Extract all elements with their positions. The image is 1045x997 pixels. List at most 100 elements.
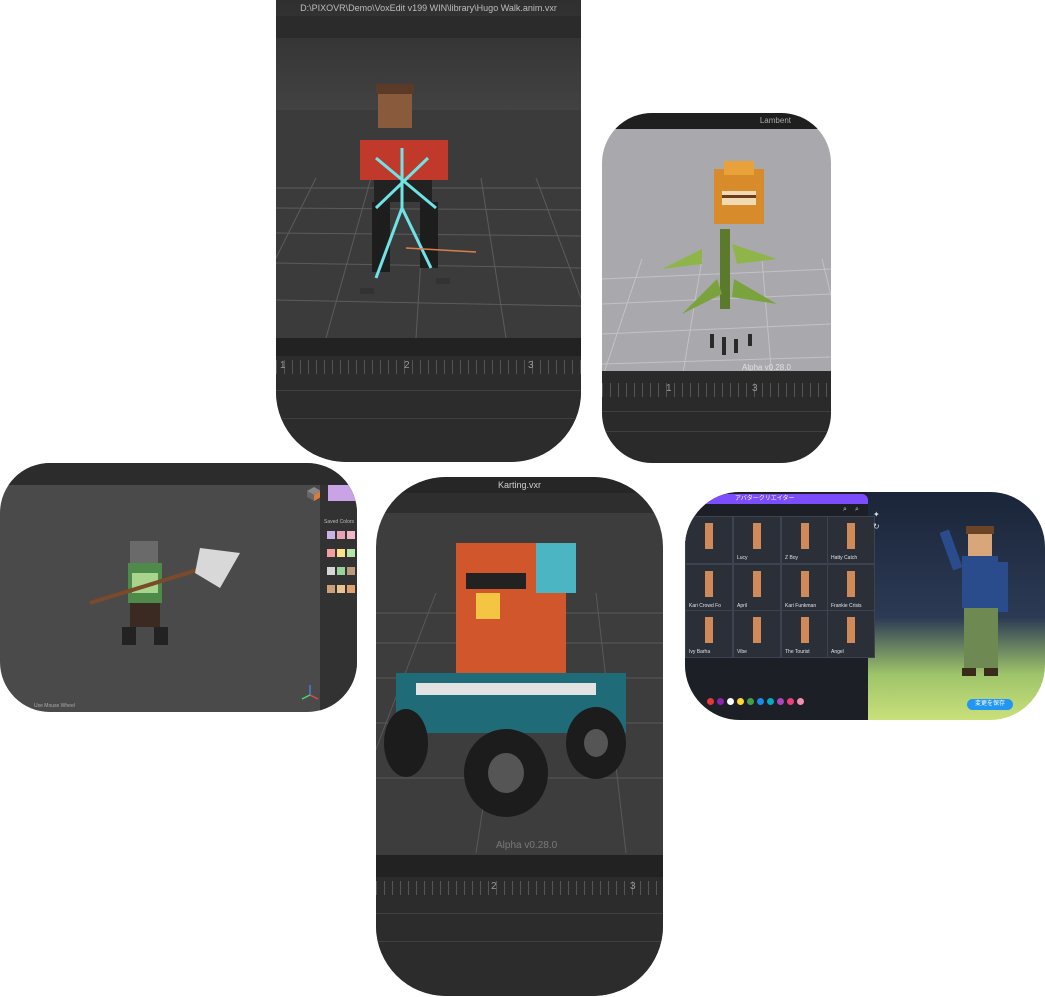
timeline-tick: 3 (528, 360, 534, 371)
avatar-name: Ivy Barha (689, 649, 711, 655)
timeline-tick: 2 (404, 360, 410, 371)
color-swatch[interactable] (327, 549, 335, 557)
color-dot[interactable] (787, 698, 794, 705)
color-dot[interactable] (767, 698, 774, 705)
avatar-name: Frankie Crisis (831, 603, 862, 609)
avatar-figure (801, 617, 809, 643)
avatar-name: Hatty Catch (831, 555, 858, 561)
rotate-icon[interactable]: ↻ (873, 522, 880, 531)
avatar-figure (705, 523, 713, 549)
viewport-grid (276, 84, 581, 338)
avatar-thumbnail[interactable]: Kari Crowd Fo (685, 564, 733, 612)
color-swatch[interactable] (347, 531, 355, 539)
axis-gizmo (301, 685, 319, 700)
color-swatch[interactable] (327, 567, 335, 575)
avatar-preview (940, 526, 1008, 676)
timeline-tick: 1 (280, 360, 286, 371)
viewport-grid (602, 161, 831, 379)
color-swatch[interactable] (337, 531, 345, 539)
avatar-thumbnail[interactable]: Vibe (733, 610, 781, 658)
avatar-figure (847, 617, 855, 643)
color-swatch[interactable] (337, 585, 345, 593)
color-swatch[interactable] (347, 549, 355, 557)
color-dot[interactable] (717, 698, 724, 705)
toolbar[interactable] (376, 493, 663, 513)
avatar-thumbnail[interactable]: Kari Funkman (781, 564, 829, 612)
avatar-name: Vibe (737, 649, 747, 655)
avatar-thumbnail[interactable]: Hatty Catch (827, 516, 875, 564)
avatar-thumbnail[interactable]: Frankie Crisis (827, 564, 875, 612)
avatar-thumbnail[interactable]: Angel (827, 610, 875, 658)
avatar-figure (753, 523, 761, 549)
timeline-tick: 1 (666, 383, 672, 394)
search-icon[interactable]: ⌕ (843, 506, 847, 514)
voxel-orc (89, 541, 240, 645)
avatar-name: The Tourist (785, 649, 810, 655)
sparkle-icon[interactable]: ✦ (873, 510, 880, 519)
avatar-figure (753, 571, 761, 597)
avatar-thumbnail[interactable]: Lucy (733, 516, 781, 564)
window-title: D:\PIXOVR\Demo\VoxEdit v199 WIN\library\… (300, 3, 557, 13)
timeline-tick: 3 (752, 383, 758, 394)
toolbar[interactable] (0, 463, 357, 485)
voxel-roots (710, 334, 752, 355)
version-label: Alpha v0.28.0 (496, 840, 558, 851)
color-dot[interactable] (727, 698, 734, 705)
color-swatch[interactable] (327, 531, 335, 539)
screenshot-card-flower: Lambent Alpha v0.28.0 1 3 (602, 113, 831, 463)
avatar-figure (847, 523, 855, 549)
color-dot[interactable] (707, 698, 714, 705)
avatar-figure (705, 571, 713, 597)
avatar-thumbnail[interactable]: April (733, 564, 781, 612)
color-swatch[interactable] (337, 549, 345, 557)
status-hint: Use Mouse Wheel (34, 703, 75, 709)
avatar-thumbnail[interactable]: Ivy Barha (685, 610, 733, 658)
avatar-figure (753, 617, 761, 643)
color-dots (707, 692, 807, 710)
timeline-panel[interactable]: 2 3 (376, 855, 663, 996)
save-changes-button[interactable]: 変更を保存 (967, 699, 1013, 710)
avatar-name: Angel (831, 649, 844, 655)
saved-colors (326, 527, 356, 599)
screenshot-card-orc: Saved Colors Use Mouse Wheel (0, 463, 357, 712)
panel-header: アバタークリエイター (705, 494, 868, 504)
avatar-name: Kari Funkman (785, 603, 817, 609)
avatar-name: April (737, 603, 748, 609)
screenshot-card-hugo-walk: D:\PIXOVR\Demo\VoxEdit v199 WIN\library\… (276, 0, 581, 462)
palette-label: Saved Colors (324, 519, 355, 525)
color-dot[interactable] (797, 698, 804, 705)
color-dot[interactable] (777, 698, 784, 705)
color-swatch[interactable] (327, 585, 335, 593)
avatar-figure (801, 571, 809, 597)
avatar-figure (847, 571, 855, 597)
axis-gizmo (405, 247, 477, 253)
color-swatch[interactable] (337, 567, 345, 575)
zoom-icon[interactable]: ⌕ (855, 506, 859, 514)
avatar-figure (801, 523, 809, 549)
timeline-panel[interactable]: 1 3 (602, 371, 831, 463)
timeline-panel[interactable]: 1 2 3 (276, 338, 581, 462)
window-title: Lambent (602, 113, 831, 129)
window-title: Karting.vxr (376, 477, 663, 493)
screenshot-card-karting: Karting.vxr Alpha v0.28.0 2 3 (376, 477, 663, 996)
avatar-thumbnail[interactable]: The Tourist (781, 610, 829, 658)
color-swatch[interactable] (347, 567, 355, 575)
color-swatch[interactable] (347, 585, 355, 593)
viewport-grid (376, 543, 663, 853)
voxel-character (360, 84, 450, 294)
avatar-thumbnail[interactable] (685, 516, 733, 564)
timeline-tick: 3 (630, 881, 636, 892)
avatar-name: Lucy (737, 555, 748, 561)
avatar-name: Kari Crowd Fo (689, 603, 721, 609)
screenshot-card-avatar-creator: アバタークリエイター ⌕ ⌕ Lucy Z Boy Hatty Catch Kari … (685, 492, 1045, 720)
avatar-thumbnail[interactable]: Z Boy (781, 516, 829, 564)
avatar-figure (705, 617, 713, 643)
toolbar (276, 16, 581, 38)
voxel-kart (384, 543, 626, 817)
palette-panel: Saved Colors (320, 485, 357, 712)
color-dot[interactable] (757, 698, 764, 705)
color-dot[interactable] (737, 698, 744, 705)
color-dot[interactable] (747, 698, 754, 705)
timeline-tick: 2 (491, 881, 497, 892)
active-color-swatch[interactable] (328, 485, 357, 501)
